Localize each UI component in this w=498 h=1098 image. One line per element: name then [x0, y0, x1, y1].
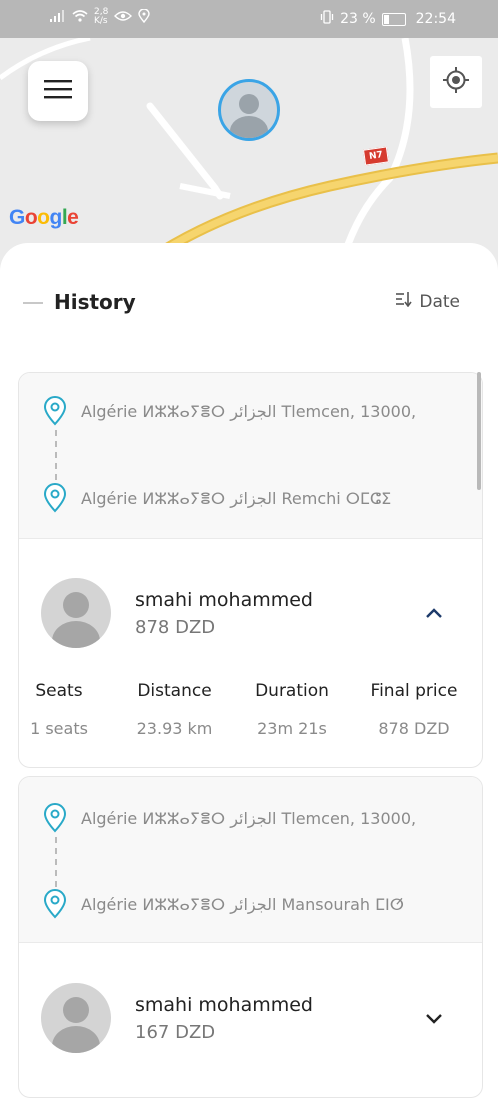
network-speed: 2,8 K/s — [94, 7, 109, 26]
trip-card[interactable]: Algérie ⵍⵣⵣⴰⵢⴻⵔ الجزائر Tlemcen, 13000, … — [18, 776, 483, 1098]
signal-icon — [50, 9, 66, 25]
location-pin-icon — [43, 889, 67, 919]
location-pin-icon — [43, 396, 67, 426]
driver-name: smahi mohammed — [135, 588, 313, 611]
sort-icon — [395, 291, 413, 312]
pickup-address: Algérie ⵍⵣⵣⴰⵢⴻⵔ الجزائر Tlemcen, 13000, — [43, 803, 416, 833]
dropoff-text: Algérie ⵍⵣⵣⴰⵢⴻⵔ الجزائر Remchi ⵔⵎⵛⵉ — [81, 488, 392, 508]
scrollbar[interactable] — [477, 372, 481, 490]
status-bar: 2,8 K/s 23 % 22:54 — [0, 0, 498, 38]
stat-duration: Duration 23m 21s — [255, 681, 329, 738]
history-header: History Date — [0, 285, 498, 321]
route-connector — [55, 837, 57, 887]
location-pin-icon — [43, 803, 67, 833]
hamburger-icon — [44, 79, 72, 103]
stat-distance: Distance 23.93 km — [136, 681, 213, 738]
avatar — [41, 578, 111, 648]
battery-icon — [381, 12, 406, 26]
menu-button[interactable] — [28, 61, 88, 121]
pickup-address: Algérie ⵍⵣⵣⴰⵢⴻⵔ الجزائر Tlemcen, 13000, — [43, 396, 416, 426]
driver-row: smahi mohammed 878 DZD — [41, 578, 313, 648]
dropoff-address: Algérie ⵍⵣⵣⴰⵢⴻⵔ الجزائر Mansourah ⵎⵏⵚ — [43, 889, 404, 919]
google-logo: Google — [9, 206, 79, 229]
stat-final-price: Final price 878 DZD — [370, 681, 458, 738]
pickup-text: Algérie ⵍⵣⵣⴰⵢⴻⵔ الجزائر Tlemcen, 13000, — [81, 808, 417, 828]
clock: 22:54 — [415, 11, 456, 27]
user-location-marker[interactable] — [218, 79, 280, 141]
battery-percent: 23 % — [340, 11, 376, 27]
wifi-icon — [72, 9, 88, 25]
dropoff-text: Algérie ⵍⵣⵣⴰⵢⴻⵔ الجزائر Mansourah ⵎⵏⵚ — [81, 894, 404, 914]
trip-price: 878 DZD — [135, 616, 216, 638]
chevron-down-icon[interactable] — [423, 1007, 445, 1029]
eye-icon — [114, 10, 133, 25]
driver-row: smahi mohammed 167 DZD — [41, 983, 313, 1053]
pickup-text: Algérie ⵍⵣⵣⴰⵢⴻⵔ الجزائر Tlemcen, 13000, — [81, 401, 417, 421]
route-label: N7 — [363, 146, 389, 166]
trip-card[interactable]: Algérie ⵍⵣⵣⴰⵢⴻⵔ الجزائر Tlemcen, 13000, … — [18, 372, 483, 768]
sheet-handle[interactable] — [23, 302, 43, 304]
sort-label: Date — [419, 291, 460, 312]
trip-route: Algérie ⵍⵣⵣⴰⵢⴻⵔ الجزائر Tlemcen, 13000, … — [19, 777, 482, 943]
sort-by-date-button[interactable]: Date — [395, 291, 460, 312]
avatar — [41, 983, 111, 1053]
route-connector — [55, 430, 57, 480]
trip-route: Algérie ⵍⵣⵣⴰⵢⴻⵔ الجزائر Tlemcen, 13000, … — [19, 373, 482, 539]
my-location-button[interactable] — [430, 56, 482, 108]
vibrate-icon — [320, 10, 334, 28]
location-status-icon — [138, 7, 151, 26]
location-pin-icon — [43, 483, 67, 513]
dropoff-address: Algérie ⵍⵣⵣⴰⵢⴻⵔ الجزائر Remchi ⵔⵎⵛⵉ — [43, 483, 391, 513]
trip-price: 167 DZD — [135, 1021, 216, 1043]
chevron-up-icon[interactable] — [423, 602, 445, 624]
status-left: 2,8 K/s — [50, 7, 151, 26]
stat-seats: Seats 1 seats — [30, 681, 88, 738]
driver-name: smahi mohammed — [135, 993, 313, 1016]
crosshair-icon — [442, 66, 470, 98]
status-right: 23 % 22:54 — [320, 10, 456, 28]
history-title: History — [54, 290, 136, 314]
